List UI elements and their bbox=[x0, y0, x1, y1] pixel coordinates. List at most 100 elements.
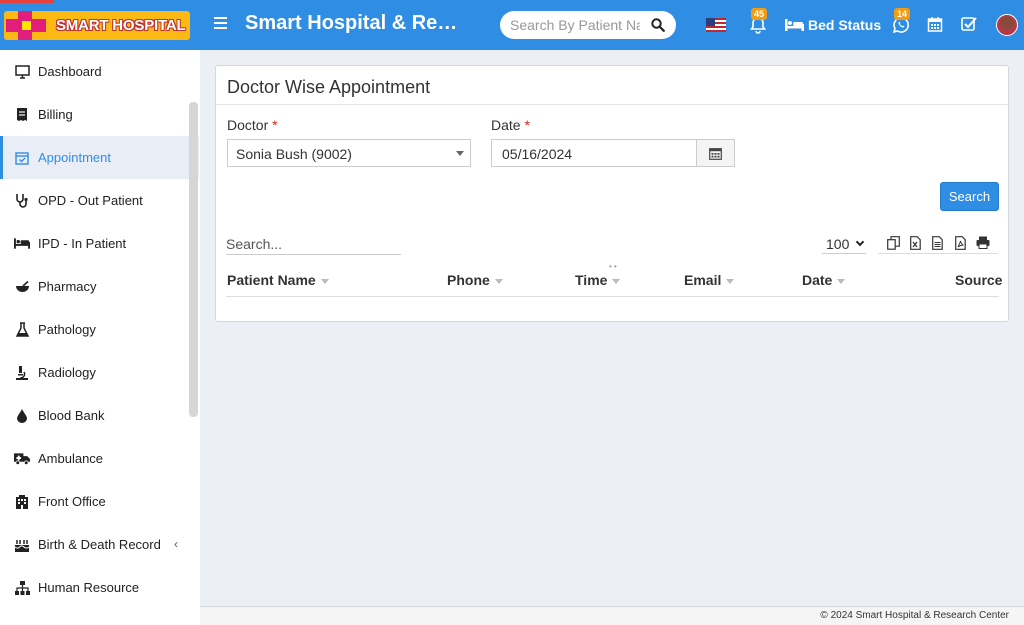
stethoscope-icon bbox=[14, 193, 30, 209]
patient-search-input[interactable] bbox=[510, 16, 640, 34]
sidebar: Dashboard Billing Appointment OPD - Out … bbox=[0, 50, 200, 625]
ambulance-icon bbox=[14, 451, 30, 467]
language-flag-icon[interactable] bbox=[706, 18, 726, 32]
drop-icon bbox=[14, 408, 30, 424]
sidebar-item-label: Human Resource bbox=[38, 580, 140, 595]
mortar-icon bbox=[14, 279, 30, 295]
sort-caret-icon bbox=[320, 278, 329, 284]
task-button[interactable] bbox=[961, 16, 979, 34]
csv-icon[interactable] bbox=[931, 235, 945, 251]
sidebar-item-dashboard[interactable]: Dashboard bbox=[0, 50, 200, 93]
sort-caret-icon bbox=[837, 278, 846, 284]
table-header-divider bbox=[226, 296, 999, 297]
sidebar-item-label: Appointment bbox=[38, 150, 111, 165]
sidebar-item-human-resource[interactable]: Human Resource bbox=[0, 566, 200, 609]
search-icon[interactable] bbox=[651, 18, 665, 32]
page-title: Doctor Wise Appointment bbox=[227, 77, 431, 97]
notification-button[interactable]: 45 bbox=[749, 8, 768, 34]
sitemap-icon bbox=[14, 580, 30, 596]
sidebar-item-label: Radiology bbox=[38, 365, 96, 380]
app-title: Smart Hospital & Research Center bbox=[245, 12, 465, 34]
doctor-select-value: Sonia Bush (9002) bbox=[236, 146, 352, 162]
sidebar-item-label: Blood Bank bbox=[38, 408, 105, 423]
sidebar-item-label: OPD - Out Patient bbox=[38, 193, 143, 208]
sidebar-item-label: Billing bbox=[38, 107, 73, 122]
microscope-icon bbox=[14, 365, 30, 381]
sort-caret-icon bbox=[726, 278, 735, 284]
sidebar-item-billing[interactable]: Billing bbox=[0, 93, 200, 136]
page-length-select[interactable]: 100 bbox=[822, 234, 866, 254]
column-header-source[interactable]: Source bbox=[955, 272, 1002, 288]
date-value: 05/16/2024 bbox=[502, 146, 573, 162]
sort-caret-icon bbox=[612, 278, 621, 284]
sidebar-item-opd[interactable]: OPD - Out Patient bbox=[0, 179, 200, 222]
sidebar-item-blood-bank[interactable]: Blood Bank bbox=[0, 394, 200, 437]
sidebar-item-pharmacy[interactable]: Pharmacy bbox=[0, 265, 200, 308]
chevron-down-icon bbox=[855, 237, 865, 247]
footer: © 2024 Smart Hospital & Research Center bbox=[200, 606, 1024, 625]
sidebar-item-ipd[interactable]: IPD - In Patient bbox=[0, 222, 200, 265]
cake-icon bbox=[14, 537, 30, 553]
top-navbar: SMART HOSPITAL Smart Hospital & Research… bbox=[0, 0, 1024, 50]
divider bbox=[216, 104, 1008, 105]
notification-count-badge: 45 bbox=[751, 8, 768, 20]
sidebar-scrollbar[interactable] bbox=[189, 102, 198, 417]
doctor-label: Doctor * bbox=[227, 117, 278, 133]
accent-strip bbox=[0, 0, 54, 3]
check-square-icon bbox=[961, 17, 977, 31]
column-header-patient-name[interactable]: Patient Name bbox=[227, 272, 329, 288]
sidebar-item-birth-death-record[interactable]: Birth & Death Record ‹ bbox=[0, 523, 200, 566]
sidebar-item-front-office[interactable]: Front Office bbox=[0, 480, 200, 523]
print-icon[interactable] bbox=[976, 235, 990, 251]
date-label: Date * bbox=[491, 117, 530, 133]
doctor-wise-appointment-panel: Doctor Wise Appointment Doctor * Sonia B… bbox=[215, 65, 1009, 322]
calendar-icon bbox=[927, 17, 943, 32]
patient-search-box bbox=[500, 11, 676, 39]
pdf-icon[interactable] bbox=[953, 235, 967, 251]
sidebar-item-label: Dashboard bbox=[38, 64, 102, 79]
sidebar-item-pathology[interactable]: Pathology bbox=[0, 308, 200, 351]
logo-cross-icon bbox=[4, 11, 48, 40]
calendar-icon bbox=[709, 147, 722, 160]
sort-caret-icon bbox=[494, 278, 503, 284]
sidebar-item-label: Birth & Death Record bbox=[38, 537, 161, 552]
sidebar-item-label: Pathology bbox=[38, 322, 96, 337]
copy-icon[interactable] bbox=[886, 235, 900, 251]
whatsapp-count-badge: 14 bbox=[894, 8, 911, 20]
bed-icon bbox=[14, 236, 30, 252]
chevron-left-icon[interactable]: ‹ bbox=[174, 537, 178, 551]
search-button[interactable]: Search bbox=[940, 182, 999, 211]
logo-text: SMART HOSPITAL bbox=[56, 17, 186, 34]
calendar-button[interactable] bbox=[927, 16, 945, 34]
date-picker-button[interactable] bbox=[696, 139, 735, 167]
sidebar-item-label: IPD - In Patient bbox=[38, 236, 127, 251]
export-toolbar bbox=[878, 232, 998, 254]
sidebar-item-label: Pharmacy bbox=[38, 279, 97, 294]
flask-icon bbox=[14, 322, 30, 338]
column-header-phone[interactable]: Phone bbox=[447, 272, 503, 288]
sidebar-item-radiology[interactable]: Radiology bbox=[0, 351, 200, 394]
building-icon bbox=[14, 494, 30, 510]
sidebar-item-ambulance[interactable]: Ambulance bbox=[0, 437, 200, 480]
user-avatar[interactable] bbox=[996, 14, 1018, 36]
calendar-check-icon bbox=[14, 150, 30, 166]
sidebar-item-appointment[interactable]: Appointment bbox=[0, 136, 199, 179]
column-header-time[interactable]: Time bbox=[575, 272, 621, 288]
table-search-input[interactable] bbox=[226, 233, 401, 255]
required-mark: * bbox=[524, 117, 530, 133]
date-field[interactable]: 05/16/2024 bbox=[491, 139, 697, 167]
bed-status-link[interactable]: Bed Status bbox=[785, 16, 881, 34]
billing-icon bbox=[14, 107, 30, 123]
doctor-select[interactable]: Sonia Bush (9002) bbox=[227, 139, 471, 167]
page-length-value: 100 bbox=[826, 236, 850, 252]
bed-status-label: Bed Status bbox=[808, 17, 882, 33]
whatsapp-button[interactable]: 14 bbox=[892, 8, 911, 34]
caret-down-icon bbox=[456, 151, 464, 156]
column-header-date[interactable]: Date bbox=[802, 272, 846, 288]
column-header-email[interactable]: Email bbox=[684, 272, 735, 288]
bed-icon bbox=[785, 19, 804, 31]
excel-icon[interactable] bbox=[909, 235, 923, 251]
sidebar-item-label: Ambulance bbox=[38, 451, 104, 466]
logo[interactable]: SMART HOSPITAL bbox=[4, 11, 190, 40]
menu-toggle-icon[interactable] bbox=[214, 17, 227, 31]
